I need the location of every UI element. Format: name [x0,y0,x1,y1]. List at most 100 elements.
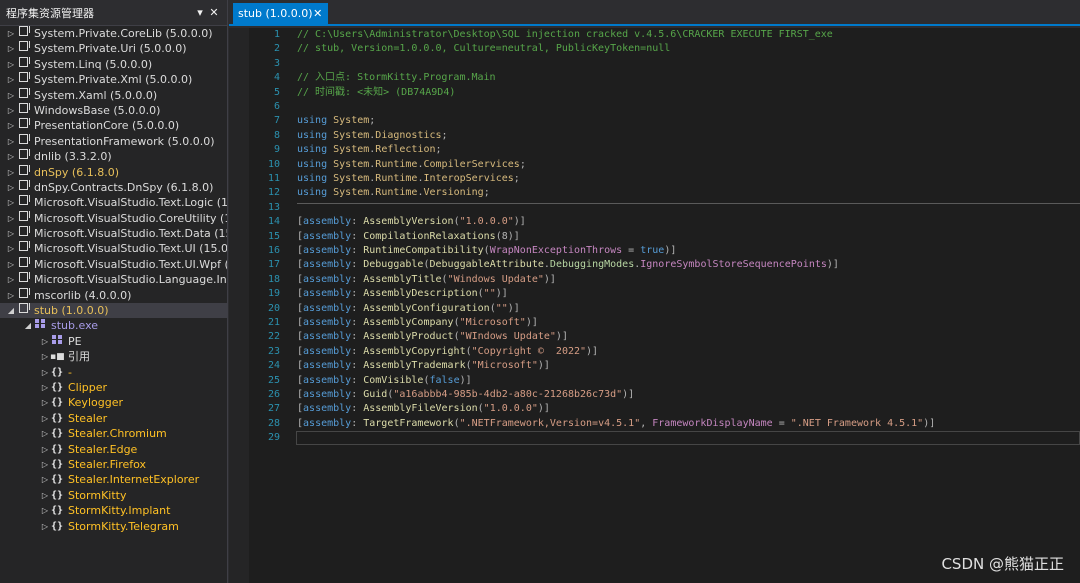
tree-node[interactable]: ▷ WindowsBase (5.0.0.0) [0,102,227,118]
tree-node[interactable]: ▷ Microsoft.VisualStudio.Text.Data (15 [0,226,227,241]
expand-arrow-icon[interactable]: ▷ [40,426,50,441]
code-line[interactable]: 19 [assembly: AssemblyDescription("")] [249,287,1080,301]
code-line[interactable]: 24 [assembly: AssemblyTrademark("Microsof… [249,359,1080,373]
code-line[interactable]: 6 [249,100,1080,114]
tree-node[interactable]: ▷{} Clipper [0,380,227,395]
expand-arrow-icon[interactable]: ▷ [6,26,16,41]
dropdown-icon[interactable]: ▾ [193,6,207,19]
expand-arrow-icon[interactable]: ▷ [6,149,16,164]
tree-node[interactable]: ◢ stub (1.0.0.0) [0,303,227,319]
expand-arrow-icon[interactable]: ▷ [6,211,16,226]
code-line[interactable]: 18 [assembly: AssemblyTitle("Windows Upda… [249,273,1080,287]
tree-node[interactable]: ▷{} Stealer [0,411,227,426]
expand-arrow-icon[interactable]: ▷ [6,72,16,87]
code-line[interactable]: 22 [assembly: AssemblyProduct("WIndows Up… [249,330,1080,344]
tree-node[interactable]: ▷ System.Private.Xml (5.0.0.0) [0,72,227,87]
expand-arrow-icon[interactable]: ▷ [40,457,50,472]
tab-close-icon[interactable]: ✕ [313,7,323,20]
code-line[interactable]: 7 using System; [249,114,1080,128]
expand-arrow-icon[interactable]: ▷ [6,288,16,303]
expand-arrow-icon[interactable]: ▷ [6,195,16,210]
tree-node[interactable]: ▷{} StormKitty.Telegram [0,519,227,534]
tree-node[interactable]: ▷{} Stealer.Edge [0,442,227,457]
tree-node[interactable]: ▷ Microsoft.VisualStudio.CoreUtility (1 [0,210,227,226]
tree-node[interactable]: ▷{} Stealer.InternetExplorer [0,472,227,487]
assembly-tree[interactable]: ▷ System.Private.CoreLib (5.0.0.0) ▷ System… [0,26,227,583]
expand-arrow-icon[interactable]: ▷ [40,349,50,364]
code-line[interactable]: 3 [249,57,1080,71]
tree-node[interactable]: ▷{} Stealer.Chromium [0,426,227,441]
expand-arrow-icon[interactable]: ▷ [40,519,50,534]
code-line[interactable]: 23 [assembly: AssemblyCopyright("Copyrigh… [249,345,1080,359]
expand-arrow-icon[interactable]: ▷ [6,226,16,241]
expand-arrow-icon[interactable]: ▷ [6,134,16,149]
code-line[interactable]: 17 [assembly: Debuggable(DebuggableAttrib… [249,258,1080,272]
code-line[interactable]: 9 using System.Reflection; [249,143,1080,157]
expand-arrow-icon[interactable]: ▷ [40,472,50,487]
code-line[interactable]: 4 // 入口点: StormKitty.Program.Main [249,71,1080,85]
code-line[interactable]: 11 using System.Runtime.InteropServices; [249,172,1080,186]
tree-node[interactable]: ▷ dnSpy (6.1.8.0) [0,164,227,180]
tree-node[interactable]: ▷ mscorlib (4.0.0.0) [0,287,227,303]
expand-arrow-icon[interactable]: ▷ [40,503,50,518]
expand-arrow-icon[interactable]: ▷ [6,241,16,256]
code-line[interactable]: 28 [assembly: TargetFramework(".NETFramew… [249,417,1080,431]
tree-node[interactable]: ▷ dnlib (3.3.2.0) [0,149,227,164]
expand-arrow-icon[interactable]: ▷ [40,334,50,349]
expand-arrow-icon[interactable]: ▷ [6,118,16,133]
code-line[interactable]: 15 [assembly: CompilationRelaxations(8)] [249,230,1080,244]
code-line[interactable]: 26 [assembly: Guid("a16abbb4-985b-4db2-a8… [249,388,1080,402]
expand-arrow-icon[interactable]: ▷ [40,488,50,503]
tree-node[interactable]: ▷{} Keylogger [0,395,227,410]
code-line[interactable]: 12 using System.Runtime.Versioning; [249,186,1080,200]
expand-arrow-icon[interactable]: ▷ [40,395,50,410]
close-icon[interactable]: ✕ [207,6,221,19]
tree-node[interactable]: ◢ stub.exe [0,318,227,333]
code-line[interactable]: 14 [assembly: AssemblyVersion("1.0.0.0")] [249,215,1080,229]
expand-arrow-icon[interactable]: ▷ [6,180,16,195]
tree-node[interactable]: ▷{} Stealer.Firefox [0,457,227,472]
code-line[interactable]: 10 using System.Runtime.CompilerServices; [249,158,1080,172]
tree-node[interactable]: ▷ PresentationCore (5.0.0.0) [0,118,227,133]
code-line[interactable]: 27 [assembly: AssemblyFileVersion("1.0.0.… [249,402,1080,416]
tree-node[interactable]: ▷ PresentationFramework (5.0.0.0) [0,133,227,149]
expand-arrow-icon[interactable]: ▷ [40,442,50,457]
tree-node[interactable]: ▷ System.Xaml (5.0.0.0) [0,87,227,103]
tree-node[interactable]: ▷ System.Private.CoreLib (5.0.0.0) [0,26,227,41]
collapse-arrow-icon[interactable]: ◢ [23,318,33,333]
tab-stub[interactable]: stub (1.0.0.0) ✕ [233,3,328,24]
expand-arrow-icon[interactable]: ▷ [6,103,16,118]
expand-arrow-icon[interactable]: ▷ [6,57,16,72]
code-editor[interactable]: 1 // C:\Users\Administrator\Desktop\SQL i… [249,28,1080,583]
tree-node[interactable]: ▷ ▪■ 引用 [0,349,227,364]
tree-node[interactable]: ▷ Microsoft.VisualStudio.Language.Int [0,272,227,287]
tree-node[interactable]: ▷ dnSpy.Contracts.DnSpy (6.1.8.0) [0,179,227,195]
tree-node[interactable]: ▷ System.Private.Uri (5.0.0.0) [0,41,227,56]
code-line[interactable]: 20 [assembly: AssemblyConfiguration("")] [249,302,1080,316]
code-line[interactable]: 8 using System.Diagnostics; [249,129,1080,143]
code-line[interactable]: 2 // stub, Version=1.0.0.0, Culture=neutr… [249,42,1080,56]
tree-node[interactable]: ▷{} StormKitty.Implant [0,503,227,518]
tree-node[interactable]: ▷{} - [0,365,227,380]
expand-arrow-icon[interactable]: ▷ [6,272,16,287]
expand-arrow-icon[interactable]: ▷ [40,365,50,380]
expand-arrow-icon[interactable]: ▷ [40,380,50,395]
expand-arrow-icon[interactable]: ▷ [6,41,16,56]
expand-arrow-icon[interactable]: ▷ [6,165,16,180]
tree-node[interactable]: ▷ Microsoft.VisualStudio.Text.Logic (15 [0,195,227,210]
code-line[interactable]: 16 [assembly: RuntimeCompatibility(WrapNo… [249,244,1080,258]
tree-node[interactable]: ▷ PE [0,334,227,349]
tree-node[interactable]: ▷{} StormKitty [0,488,227,503]
line-number: 23 [267,345,280,357]
tree-node[interactable]: ▷ Microsoft.VisualStudio.Text.UI.Wpf ( [0,256,227,272]
expand-arrow-icon[interactable]: ▷ [6,88,16,103]
code-line[interactable]: 21 [assembly: AssemblyCompany("Microsoft"… [249,316,1080,330]
code-line[interactable]: 1 // C:\Users\Administrator\Desktop\SQL i… [249,28,1080,42]
tree-node[interactable]: ▷ System.Linq (5.0.0.0) [0,56,227,72]
collapse-arrow-icon[interactable]: ◢ [6,303,16,318]
expand-arrow-icon[interactable]: ▷ [6,257,16,272]
code-line[interactable]: 25 [assembly: ComVisible(false)] [249,374,1080,388]
expand-arrow-icon[interactable]: ▷ [40,411,50,426]
tree-node[interactable]: ▷ Microsoft.VisualStudio.Text.UI (15.0. [0,241,227,256]
code-line[interactable]: 5 // 时间戳: <未知> (DB74A9D4) [249,86,1080,100]
